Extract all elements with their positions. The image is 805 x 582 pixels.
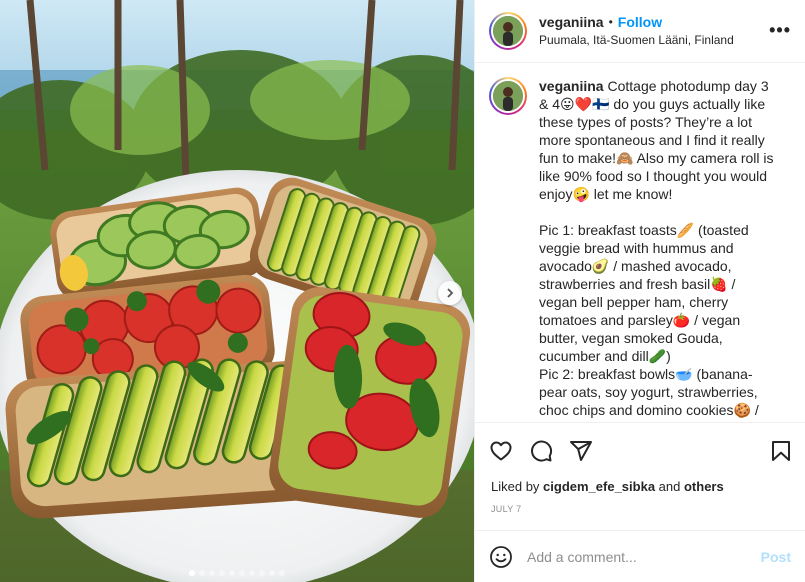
- carousel-dot: [229, 570, 235, 576]
- instagram-post: veganiina • Follow Puumala, Itä-Suomen L…: [0, 0, 805, 582]
- carousel-dot: [259, 570, 265, 576]
- post-header: veganiina • Follow Puumala, Itä-Suomen L…: [475, 0, 805, 63]
- carousel-dot: [219, 570, 225, 576]
- carousel-dot: [269, 570, 275, 576]
- share-button[interactable]: [569, 439, 593, 463]
- toast-photo-scene: [0, 0, 474, 582]
- caption: veganiina Cottage photodump day 3 & 4😛❤️…: [489, 77, 791, 422]
- caption-username[interactable]: veganiina: [539, 78, 604, 94]
- carousel-dot: [199, 570, 205, 576]
- bookmark-icon: [772, 440, 790, 461]
- post-comment-button[interactable]: Post: [761, 549, 791, 565]
- caption-body: Cottage photodump day 3 & 4😛❤️🇫🇮 do you …: [539, 78, 774, 422]
- post-side-panel: veganiina • Follow Puumala, Itä-Suomen L…: [474, 0, 805, 582]
- carousel-dot: [189, 570, 195, 576]
- carousel-dot: [209, 570, 215, 576]
- caption-text: veganiina Cottage photodump day 3 & 4😛❤️…: [539, 77, 776, 422]
- add-comment-bar: Post: [475, 530, 805, 582]
- liked-by-user[interactable]: cigdem_efe_sibka: [543, 479, 655, 494]
- action-bar: [475, 422, 805, 478]
- carousel-dot: [239, 570, 245, 576]
- more-icon: •••: [769, 20, 791, 40]
- save-button[interactable]: [769, 439, 793, 463]
- carousel-dot: [249, 570, 255, 576]
- caption-avatar[interactable]: [489, 77, 527, 115]
- profile-photo: [493, 81, 523, 111]
- likes-prefix: Liked by: [491, 479, 544, 494]
- separator-dot: •: [608, 15, 613, 29]
- likes-summary: Liked by cigdem_efe_sibka and others: [475, 478, 805, 500]
- likes-middle: and: [655, 479, 684, 494]
- profile-photo: [493, 16, 523, 46]
- comment-input[interactable]: [527, 548, 761, 565]
- emoji-icon[interactable]: [489, 545, 513, 569]
- post-photo[interactable]: [0, 0, 474, 582]
- chevron-right-icon: [447, 288, 454, 298]
- comment-button[interactable]: [529, 439, 553, 463]
- post-location[interactable]: Puumala, Itä-Suomen Lääni, Finland: [539, 31, 734, 49]
- more-options-button[interactable]: •••: [769, 20, 791, 41]
- comment-icon: [531, 440, 553, 462]
- header-username[interactable]: veganiina: [539, 13, 604, 31]
- likes-others-link[interactable]: others: [684, 479, 724, 494]
- follow-button[interactable]: Follow: [618, 13, 662, 31]
- next-photo-button[interactable]: [438, 281, 462, 305]
- carousel-dot: [279, 570, 285, 576]
- carousel-indicator: [0, 570, 474, 576]
- like-button[interactable]: [489, 439, 513, 463]
- heart-icon: [490, 441, 512, 460]
- share-icon: [570, 440, 592, 461]
- post-date[interactable]: JULY 7: [475, 500, 805, 530]
- comments-section: veganiina Cottage photodump day 3 & 4😛❤️…: [475, 63, 805, 422]
- avatar[interactable]: [489, 12, 527, 50]
